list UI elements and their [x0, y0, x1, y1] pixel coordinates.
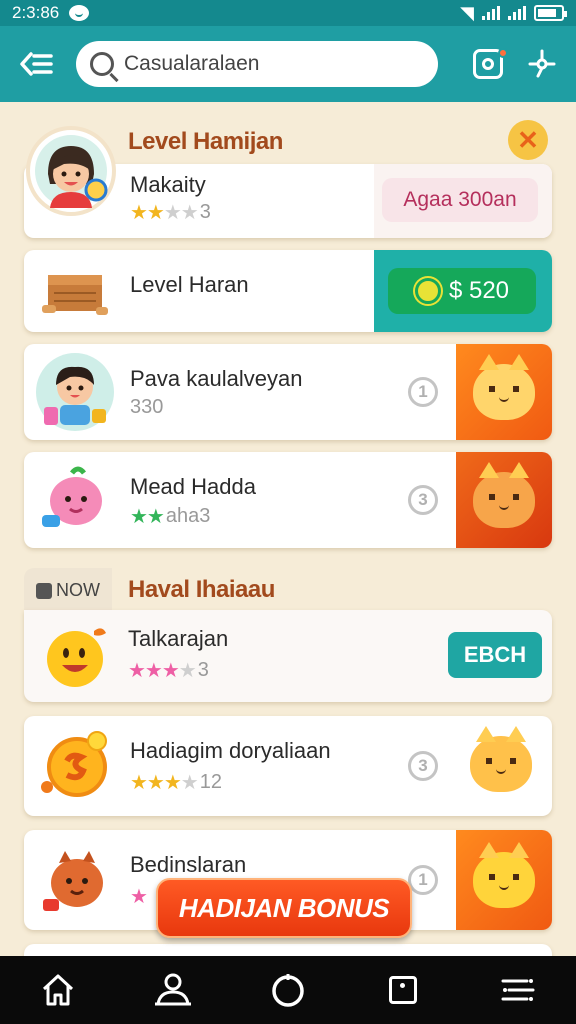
item-subtitle: 330	[130, 396, 164, 418]
price-button[interactable]: $ 520	[388, 268, 536, 314]
item-rating: ★★ aha3	[130, 504, 210, 529]
section-title-1: Level Hamijan	[128, 128, 283, 155]
bottom-navigation	[0, 956, 576, 1024]
back-menu-icon[interactable]	[16, 44, 56, 84]
cat-icon	[470, 726, 532, 792]
avatar	[26, 126, 116, 216]
close-icon: ✕	[517, 124, 539, 155]
nav-profile[interactable]	[147, 964, 199, 1016]
list-item[interactable]: Pava kaulalveyan 330 1	[24, 344, 552, 440]
signal-icon	[482, 6, 500, 20]
photo-icon	[389, 976, 418, 1004]
star-rating: ★★★★	[128, 660, 197, 682]
section-title-2: Haval Ihaiaau	[128, 576, 275, 603]
notification-dot	[498, 48, 508, 58]
nav-photo[interactable]	[377, 964, 429, 1016]
star-rating: ★★	[130, 506, 165, 528]
cat-icon	[473, 354, 535, 420]
star-rating: ★	[130, 886, 148, 908]
item-subtitle: aha3	[165, 505, 211, 527]
child-avatar	[36, 353, 114, 431]
item-rating: ★	[130, 884, 148, 909]
list-item[interactable]: Level Haran $ 520	[24, 250, 552, 332]
share-icon	[528, 49, 556, 78]
chat-notification-icon	[69, 5, 90, 21]
new-label: NOW	[36, 580, 100, 601]
item-title: Level Haran	[130, 272, 249, 297]
item-title: Pava kaulalveyan	[130, 366, 303, 391]
item-rating: ★★★★ 3	[128, 658, 209, 683]
app-bar	[0, 26, 576, 102]
search-input[interactable]	[124, 52, 414, 76]
menu-icon	[501, 979, 535, 1001]
close-section-button[interactable]: ✕	[508, 120, 548, 160]
count-badge: 3	[408, 751, 438, 781]
item-rating: ★★★★ 12	[130, 770, 222, 795]
cat-button[interactable]	[470, 726, 532, 792]
item-title: Talkarajan	[128, 626, 229, 651]
count-badge: 1	[408, 377, 438, 407]
orange-cat-button[interactable]	[456, 452, 552, 548]
status-time: 2:3:86	[12, 3, 60, 22]
list-item[interactable]: Hadiagim doryaliaan ★★★★ 12 3	[24, 716, 552, 816]
search-icon	[90, 52, 114, 76]
new-tag-label: NOW	[56, 580, 100, 600]
star-rating: ★★★★	[130, 202, 199, 224]
profile-icon	[154, 973, 191, 1006]
item-title: Mead Hadda	[130, 474, 256, 499]
action-button[interactable]: Agaa 300an	[382, 178, 538, 222]
box-icon	[36, 582, 52, 599]
wooden-box-image	[36, 252, 114, 330]
wifi-icon: ◥	[460, 2, 474, 23]
item-title: Bedinslaran	[130, 852, 247, 877]
item-rating: ★★★★ 3	[130, 200, 211, 225]
coin-icon	[414, 278, 441, 304]
count-badge: 3	[408, 485, 438, 515]
signal-icon-2	[508, 6, 526, 20]
bonus-button[interactable]: HADIJAN BONUS	[156, 878, 412, 938]
nav-home[interactable]	[32, 964, 84, 1016]
battery-icon	[534, 5, 567, 21]
orange-pet-image	[36, 840, 114, 918]
rating-count: 3	[197, 659, 209, 681]
camera-button[interactable]	[468, 44, 508, 84]
orange-cat-button[interactable]	[456, 344, 552, 440]
status-bar: 2:3:86 ◥	[0, 0, 576, 26]
gold-coin-image	[36, 726, 114, 804]
fetch-button[interactable]: EBCH	[448, 632, 542, 678]
search-bar[interactable]	[76, 41, 438, 87]
nav-menu[interactable]	[492, 964, 544, 1016]
cat-icon	[473, 462, 535, 528]
count-badge: 1	[408, 865, 438, 895]
rating-count: 12	[199, 771, 222, 793]
home-icon	[42, 974, 73, 1006]
share-button[interactable]	[522, 44, 562, 84]
emoji-face-image	[38, 617, 116, 695]
pink-pet-image	[36, 461, 114, 539]
star-rating: ★★★★	[130, 772, 199, 794]
list-item[interactable]: Mead Hadda ★★ aha3 3	[24, 452, 552, 548]
rating-count: 3	[199, 201, 211, 223]
list-item[interactable]: Talkarajan ★★★★ 3 EBCH	[24, 610, 552, 702]
price-label: $ 520	[448, 277, 510, 304]
orange-cat-button[interactable]	[456, 830, 552, 930]
circle-icon	[272, 974, 304, 1007]
nav-circle[interactable]	[262, 964, 314, 1016]
item-title: Hadiagim doryaliaan	[130, 738, 331, 763]
item-title: Makaity	[130, 172, 206, 197]
cat-icon	[473, 842, 535, 908]
